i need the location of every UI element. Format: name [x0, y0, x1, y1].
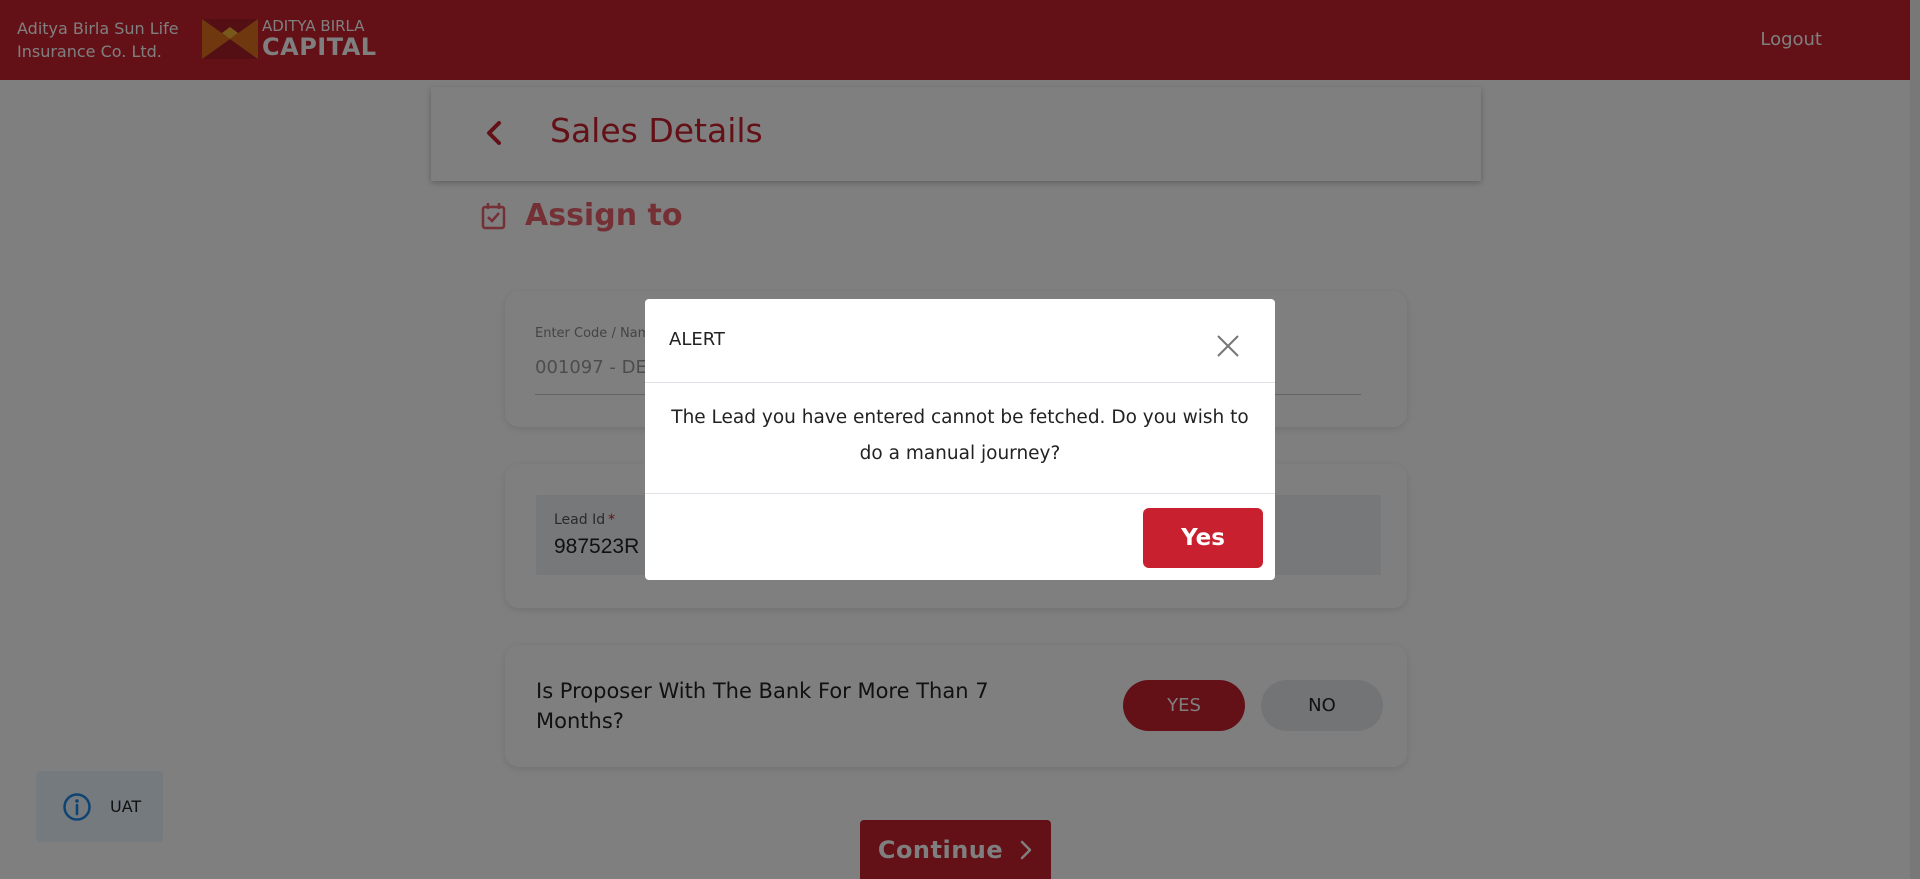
close-icon[interactable] — [1216, 334, 1240, 358]
alert-dialog-title: ALERT — [669, 329, 725, 350]
alert-dialog-header: ALERT — [645, 299, 1275, 383]
alert-dialog: ALERT The Lead you have entered cannot b… — [645, 299, 1275, 580]
alert-yes-button[interactable]: Yes — [1143, 508, 1263, 568]
alert-dialog-message: The Lead you have entered cannot be fetc… — [645, 384, 1275, 494]
